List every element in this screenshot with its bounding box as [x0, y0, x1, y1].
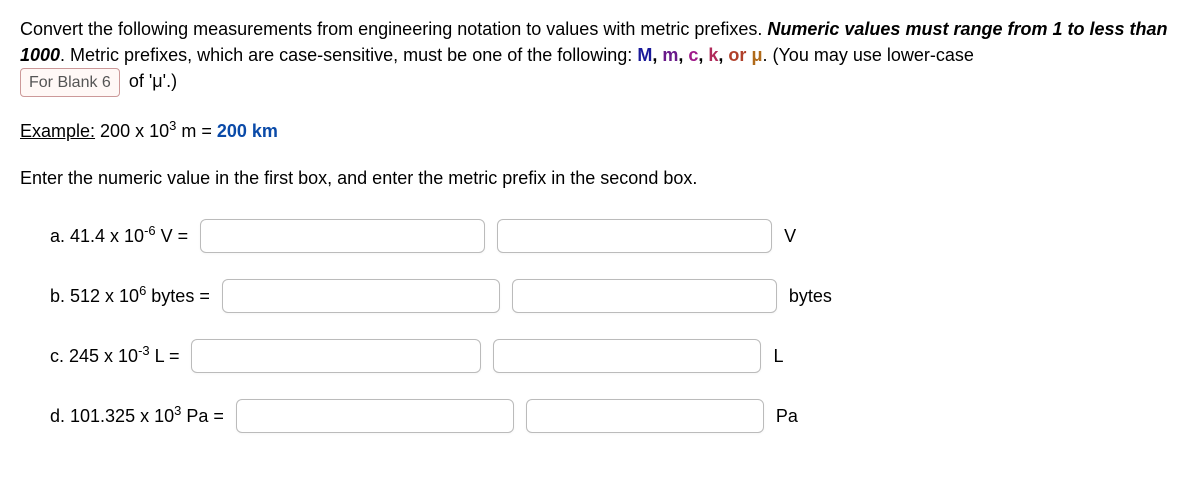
- prefix-input-b[interactable]: [512, 279, 777, 313]
- label-b: b. 512 x 106 bytes =: [50, 286, 210, 307]
- prefix-k: k: [708, 45, 718, 65]
- prefix-input-d[interactable]: [526, 399, 764, 433]
- unit-a: V: [784, 226, 834, 247]
- question-list: a. 41.4 x 10-6 V = V b. 512 x 106 bytes …: [20, 219, 1180, 433]
- word-or: or: [728, 45, 746, 65]
- prefix-input-a[interactable]: [497, 219, 772, 253]
- question-a: a. 41.4 x 10-6 V = V: [50, 219, 1180, 253]
- instructions: Convert the following measurements from …: [20, 16, 1180, 97]
- label-a: a. 41.4 x 10-6 V =: [50, 226, 188, 247]
- question-b: b. 512 x 106 bytes = bytes: [50, 279, 1180, 313]
- unit-d: Pa: [776, 406, 826, 427]
- explain: Enter the numeric value in the first box…: [20, 168, 1180, 189]
- example: Example: 200 x 103 m = 200 km: [20, 121, 1180, 142]
- intro-tail: of 'μ'.): [129, 71, 177, 91]
- intro-text-3: . (You may use lower-case: [762, 45, 973, 65]
- prefix-mu: μ: [751, 45, 762, 65]
- prefix-M: M: [637, 45, 652, 65]
- example-lhs-a: 200 x 10: [95, 121, 169, 141]
- intro-text-2: . Metric prefixes, which are case-sensit…: [60, 45, 637, 65]
- unit-b: bytes: [789, 286, 839, 307]
- example-answer: 200 km: [217, 121, 278, 141]
- unit-c: L: [773, 346, 823, 367]
- value-input-b[interactable]: [222, 279, 500, 313]
- value-input-c[interactable]: [191, 339, 481, 373]
- label-d: d. 101.325 x 103 Pa =: [50, 406, 224, 427]
- value-input-d[interactable]: [236, 399, 514, 433]
- example-lhs-b: m =: [176, 121, 217, 141]
- prefix-c: c: [688, 45, 698, 65]
- prefix-input-c[interactable]: [493, 339, 761, 373]
- prefix-m: m: [662, 45, 678, 65]
- value-input-a[interactable]: [200, 219, 485, 253]
- label-c: c. 245 x 10-3 L =: [50, 346, 179, 367]
- intro-text-1: Convert the following measurements from …: [20, 19, 767, 39]
- blank-chip[interactable]: For Blank 6: [20, 68, 120, 97]
- question-c: c. 245 x 10-3 L = L: [50, 339, 1180, 373]
- question-d: d. 101.325 x 103 Pa = Pa: [50, 399, 1180, 433]
- example-label: Example:: [20, 121, 95, 141]
